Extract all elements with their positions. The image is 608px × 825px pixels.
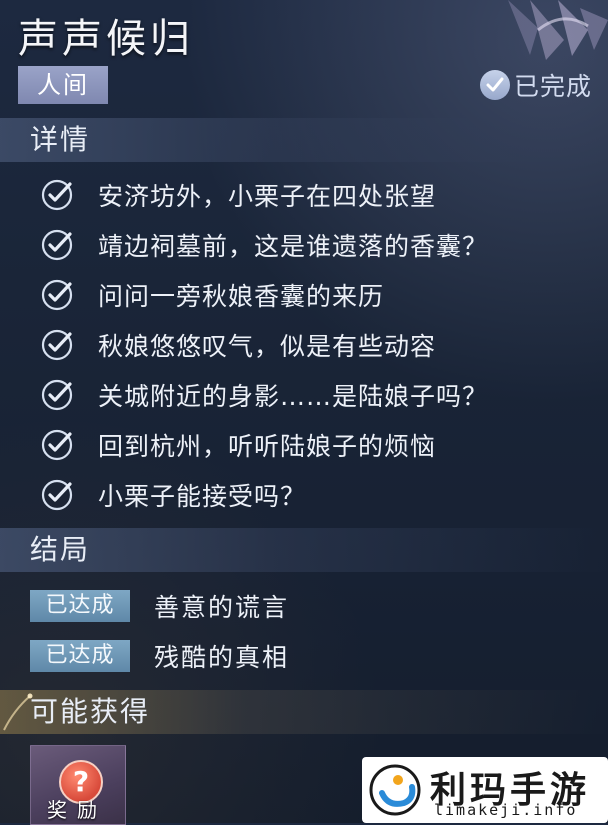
watermark-logo-icon xyxy=(369,764,421,816)
check-circle-icon xyxy=(41,229,73,261)
task-row: 秋娘悠悠叹气，似是有些动容 xyxy=(40,320,600,370)
task-row: 关城附近的身影……是陆娘子吗？ xyxy=(40,370,600,420)
details-section-header: 详情 xyxy=(0,118,608,162)
task-text: 安济坊外，小栗子在四处张望 xyxy=(98,182,437,211)
check-circle-icon xyxy=(41,379,73,411)
task-text: 回到杭州，听听陆娘子的烦恼 xyxy=(98,432,437,461)
task-row: 问问一旁秋娘香囊的来历 xyxy=(40,270,600,320)
check-circle-icon xyxy=(41,479,73,511)
watermark-banner: 利玛手游 limakeji.info xyxy=(362,757,608,823)
reward-section-header: 可能获得 xyxy=(0,690,608,734)
ending-section-title: 结局 xyxy=(30,533,91,566)
check-circle-icon xyxy=(41,329,73,361)
reward-label: 奖励 xyxy=(47,798,107,822)
task-text: 秋娘悠悠叹气，似是有些动容 xyxy=(98,332,437,361)
ending-section-header: 结局 xyxy=(0,528,608,572)
check-circle-icon xyxy=(41,429,73,461)
ending-achieved-badge: 已达成 xyxy=(30,590,130,622)
task-text: 关城附近的身影……是陆娘子吗？ xyxy=(98,382,489,411)
ending-achieved-badge: 已达成 xyxy=(30,640,130,672)
completed-status-label: 已完成 xyxy=(514,72,593,101)
ending-name: 善意的谎言 xyxy=(154,593,290,622)
check-circle-icon xyxy=(41,179,73,211)
task-row: 小栗子能接受吗？ xyxy=(40,470,600,520)
completed-check-icon xyxy=(480,70,510,100)
reward-item[interactable]: ? 奖励 xyxy=(30,745,126,825)
task-row: 安济坊外，小栗子在四处张望 xyxy=(40,170,600,220)
watermark-url: limakeji.info xyxy=(434,801,578,819)
ending-item[interactable]: 已达成 残酷的真相 xyxy=(30,636,289,676)
task-text: 靖边祠墓前，这是谁遗落的香囊？ xyxy=(98,232,489,261)
quest-title: 声声候归 xyxy=(18,16,194,62)
ending-name: 残酷的真相 xyxy=(154,643,290,672)
ending-item[interactable]: 已达成 善意的谎言 xyxy=(30,586,289,626)
reward-section-title: 可能获得 xyxy=(30,695,151,728)
completed-status: 已完成 xyxy=(480,66,592,104)
check-circle-icon xyxy=(41,279,73,311)
category-tag: 人间 xyxy=(18,66,108,104)
task-row: 靖边祠墓前，这是谁遗落的香囊？ xyxy=(40,220,600,270)
task-list: 安济坊外，小栗子在四处张望 靖边祠墓前，这是谁遗落的香囊？ 问问一旁秋娘香囊的来… xyxy=(40,170,600,520)
task-row: 回到杭州，听听陆娘子的烦恼 xyxy=(40,420,600,470)
details-section-title: 详情 xyxy=(30,123,91,156)
task-text: 问问一旁秋娘香囊的来历 xyxy=(98,282,385,311)
task-text: 小栗子能接受吗？ xyxy=(98,482,307,511)
